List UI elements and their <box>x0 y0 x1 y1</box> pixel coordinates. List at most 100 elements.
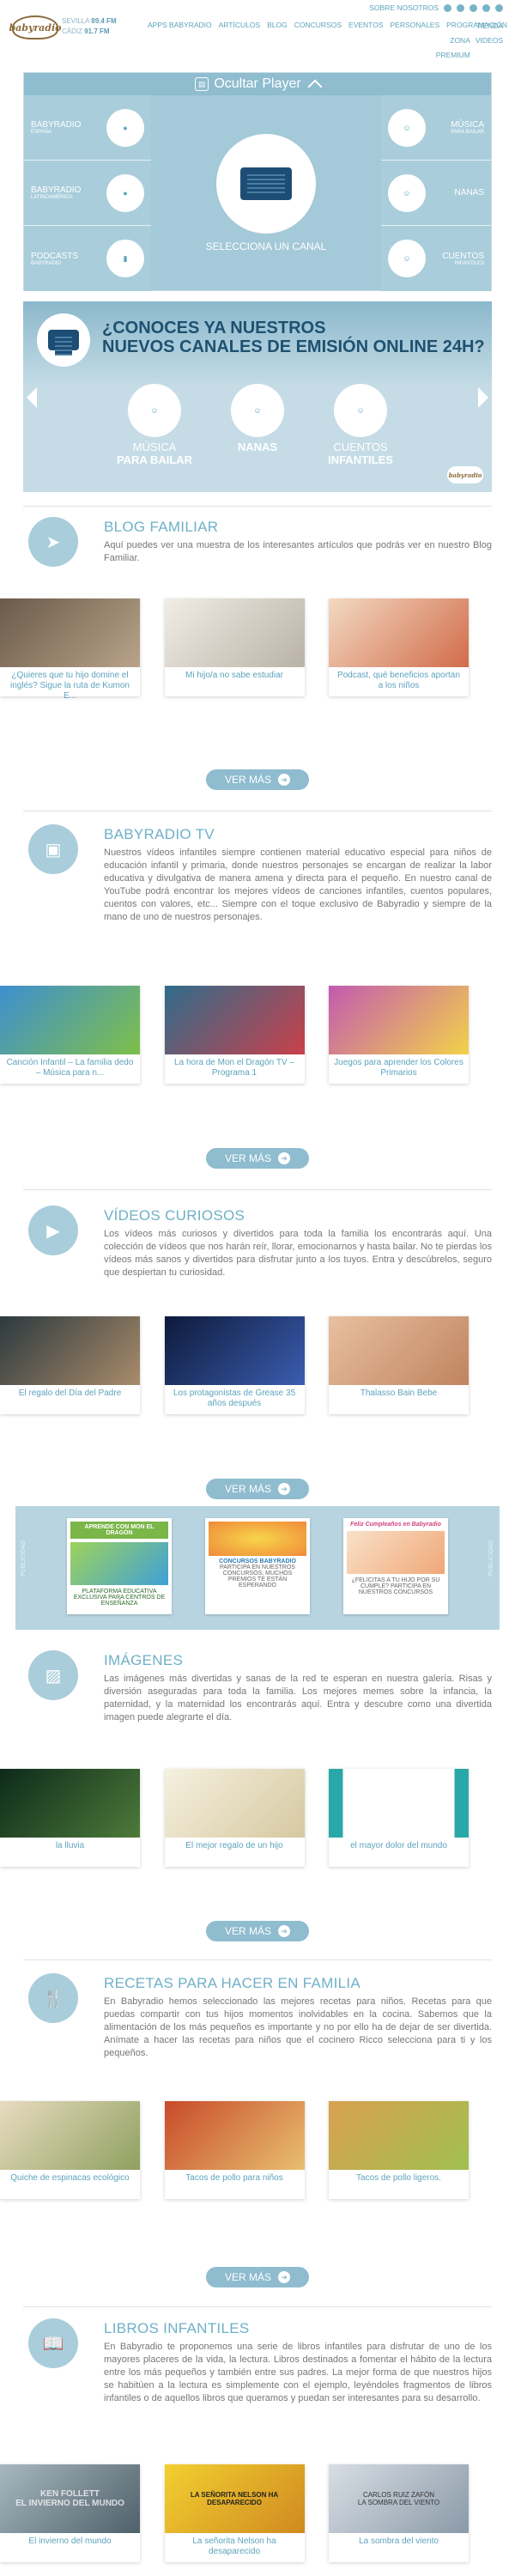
channel-name: BABYRADIO <box>31 185 82 195</box>
nav-apps[interactable]: APPS BABYRADIO <box>148 21 212 29</box>
channel-latinoamerica[interactable]: BABYRADIO LATINOAMÉRICA ● <box>24 161 151 226</box>
ad-label: PUBLICIDAD <box>21 1540 27 1577</box>
ver-mas-button[interactable]: VER MÁS ➜ <box>206 1479 309 1499</box>
card-title: la lluvia <box>55 1841 85 1850</box>
recipe-card[interactable]: Quiche de espinacas ecológico <box>0 2101 140 2199</box>
promo-banner[interactable]: ¿CONOCES YA NUESTROS NUEVOS CANALES DE E… <box>23 301 492 492</box>
nav-blog[interactable]: BLOG <box>267 21 288 29</box>
card-title: La sombra del viento <box>359 2537 439 2546</box>
nav-videos[interactable]: VIDEOS <box>476 33 503 63</box>
radio-icon[interactable] <box>216 133 316 234</box>
facebook-icon[interactable] <box>444 3 451 12</box>
card-title: el mayor dolor del mundo <box>350 1841 447 1850</box>
channel-musica[interactable]: ☺ MÚSICA PARA BAILAR <box>381 95 491 161</box>
babyradio-logo-icon: ● <box>106 173 144 212</box>
video-card[interactable]: Juegos para aprender los Colores Primari… <box>329 986 469 1084</box>
nav-articulos[interactable]: ARTÍCULOS <box>219 21 261 29</box>
image-card[interactable]: El mejor regalo de un hijo <box>164 1769 305 1867</box>
player-toggle[interactable]: ▤ Ocultar Player <box>24 73 491 95</box>
ad-sub: ¿FELICITAS A TU HIJO POR SU CUMPLE? PART… <box>351 1577 440 1595</box>
babyradio-logo[interactable]: babyradio <box>9 15 62 39</box>
freq-city: SEVILLA <box>62 17 90 25</box>
nav-right: TIENDA ZONA PREMIUM VIDEOS <box>424 19 503 63</box>
video-card[interactable]: El regalo del Día del Padre <box>0 1316 140 1414</box>
video-card[interactable]: Thalasso Bain Bebe <box>329 1316 469 1414</box>
ad-cumpleanos[interactable]: Feliz Cumpleaños en Babyradio ¿FELICITAS… <box>343 1518 448 1614</box>
video-card[interactable]: Los protagonistas de Grease 35 años desp… <box>164 1316 305 1414</box>
play-icon: ▶ <box>28 1206 78 1255</box>
cutlery-icon: 🍴 <box>28 1973 78 2023</box>
site-header: babyradio SEVILLA 89.4 FM CÁDIZ 91.7 FM … <box>0 0 515 59</box>
paper-plane-icon: ➤ <box>28 517 78 567</box>
about-link[interactable]: SOBRE NOSOTROS <box>369 3 439 12</box>
nav-eventos[interactable]: EVENTOS <box>348 21 383 29</box>
banner-prev-arrow[interactable] <box>27 387 37 408</box>
ver-mas-button[interactable]: VER MÁS ➜ <box>206 2267 309 2287</box>
section-imagenes: ▨ IMÁGENES Las imágenes más divertidas y… <box>23 1650 492 1753</box>
button-label: VER MÁS <box>224 1925 271 1937</box>
book-icon: 📖 <box>28 2318 78 2368</box>
blog-card[interactable]: Podcast, qué beneficios aportan a los ni… <box>329 598 469 696</box>
card-image <box>164 986 305 1054</box>
banner-next-arrow[interactable] <box>478 387 488 408</box>
recipes-cards: Quiche de espinacas ecológico Tacos de p… <box>0 2101 469 2199</box>
tv-icon: ▣ <box>28 824 78 874</box>
card-title: Los protagonistas de Grease 35 años desp… <box>173 1388 296 1408</box>
blog-card[interactable]: ¿Quieres que tu hijo domine el inglés? S… <box>0 598 140 701</box>
pinterest-icon[interactable] <box>495 3 503 12</box>
channel-name: MÚSICA <box>451 120 484 130</box>
channel-podcasts[interactable]: PODCASTS BABYRADIO ▮ <box>24 226 151 291</box>
book-card[interactable]: CARLOS RUIZ ZAFÓN LA SOMBRA DEL VIENTO La … <box>329 2464 469 2562</box>
book-card[interactable]: KEN FOLLETT EL INVIERNO DEL MUNDO El invie… <box>0 2464 140 2562</box>
divider <box>23 1959 492 1960</box>
kid-sleeping-icon: ☺ <box>388 173 426 212</box>
card-title: El invierno del mundo <box>28 2537 112 2546</box>
nav-concursos[interactable]: CONCURSOS <box>294 21 342 29</box>
channel-cuentos[interactable]: ☺ CUENTOS INFANTILES <box>381 226 491 291</box>
image-card[interactable]: la lluvia <box>0 1769 140 1867</box>
book-cover-title: EL INVIERNO DEL MUNDO <box>15 2499 124 2508</box>
card-title: Podcast, qué beneficios aportan a los ni… <box>337 671 460 690</box>
ad-mon-dragon[interactable]: APRENDE CON MON EL DRAGÓN PLATAFORMA EDU… <box>67 1518 172 1614</box>
curious-cards: El regalo del Día del Padre Los protagon… <box>0 1316 469 1414</box>
channel-name: BABYRADIO <box>31 120 82 130</box>
section-title: BABYRADIO TV <box>104 826 215 842</box>
card-title: Tacos de pollo ligeros. <box>356 2173 441 2183</box>
channel-espana[interactable]: BABYRADIO ESPAÑA ● <box>24 95 151 161</box>
player-center: SELECCIONA UN CANAL <box>151 95 381 290</box>
book-card[interactable]: LA SEÑORITA NELSON HA DESAPARECIDO La señ… <box>164 2464 305 2562</box>
video-card[interactable]: Canción Infantil – La familia dedo – Mús… <box>0 986 140 1084</box>
card-image <box>0 986 140 1054</box>
ad-concursos[interactable]: CONCURSOS BABYRADIO PARTICIPA EN NUESTRO… <box>205 1518 310 1614</box>
ver-mas-button[interactable]: VER MÁS ➜ <box>206 1148 309 1169</box>
recipe-card[interactable]: Tacos de pollo ligeros. <box>329 2101 469 2199</box>
twitter-icon[interactable] <box>457 3 464 12</box>
section-videos-curiosos: ▶ VÍDEOS CURIOSOS Los vídeos más curioso… <box>23 1206 492 1309</box>
card-title: Mi hijo/a no sabe estudiar <box>185 671 283 680</box>
banner-item-cuentos[interactable]: ☺ CUENTOS INFANTILES <box>313 384 408 466</box>
youtube-icon[interactable] <box>470 3 477 12</box>
banner-item-nanas[interactable]: ☺ NANAS <box>210 384 305 453</box>
nav-zona-premium[interactable]: ZONA PREMIUM <box>424 33 470 63</box>
card-image <box>329 598 469 667</box>
video-card[interactable]: La hora de Mon el Dragón TV – Programa 1 <box>164 986 305 1084</box>
ad-title: CONCURSOS BABYRADIO <box>219 1558 296 1564</box>
images-cards: la lluvia El mejor regalo de un hijo el … <box>0 1769 469 1867</box>
instagram-icon[interactable] <box>482 3 490 12</box>
ver-mas-button[interactable]: VER MÁS ➜ <box>206 769 309 790</box>
radio-icon <box>37 313 90 367</box>
ver-mas-button[interactable]: VER MÁS ➜ <box>206 1921 309 1941</box>
section-text: En Babyradio te proponemos una serie de … <box>104 2342 492 2403</box>
banner-item-musica[interactable]: ☺ MÚSICA PARA BAILAR <box>107 384 202 466</box>
arrow-right-icon: ➜ <box>278 774 290 786</box>
book-cover: LA SEÑORITA NELSON HA DESAPARECIDO <box>164 2464 305 2533</box>
image-card[interactable]: el mayor dolor del mundo <box>329 1769 469 1867</box>
blog-cards: ¿Quieres que tu hijo domine el inglés? S… <box>0 598 469 701</box>
section-text: Las imágenes más divertidas y sanas de l… <box>104 1674 492 1722</box>
recipe-card[interactable]: Tacos de pollo para niños <box>164 2101 305 2199</box>
channel-nanas[interactable]: ☺ NANAS <box>381 161 491 226</box>
section-text: Los vídeos más curiosos y divertidos par… <box>104 1229 492 1278</box>
blog-card[interactable]: Mi hijo/a no sabe estudiar <box>164 598 305 696</box>
select-channel-label: SELECCIONA UN CANAL <box>205 240 327 252</box>
nav-tienda[interactable]: TIENDA <box>476 19 503 33</box>
